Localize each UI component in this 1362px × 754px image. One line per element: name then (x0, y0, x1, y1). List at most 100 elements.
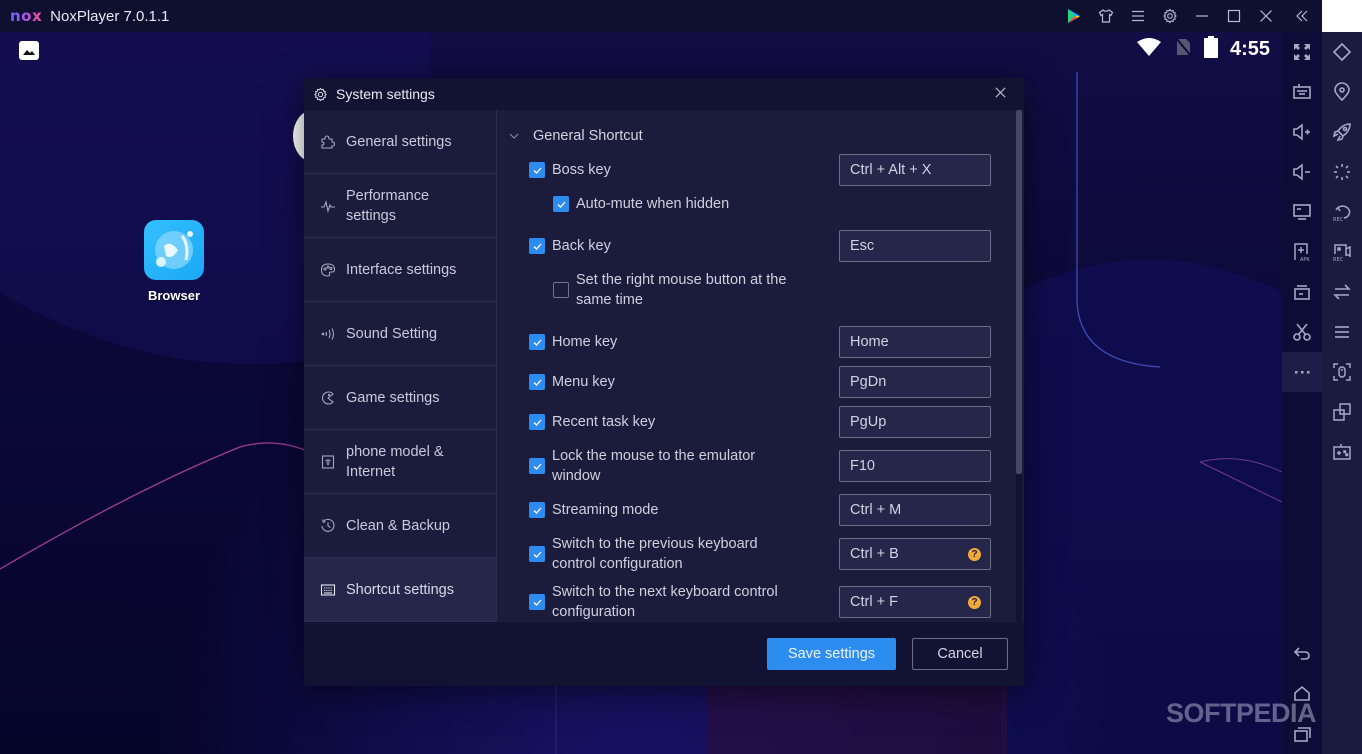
nav-item-sound[interactable]: Sound Setting (304, 302, 496, 366)
title-bar-controls (1058, 0, 1322, 32)
nav-item-clean-backup[interactable]: Clean & Backup (304, 494, 496, 558)
save-settings-button[interactable]: Save settings (767, 638, 896, 670)
right-mouse-checkbox[interactable] (553, 282, 569, 298)
status-clock: 4:55 (1229, 38, 1270, 60)
gamepad-icon[interactable] (1322, 432, 1362, 472)
chevron-down-icon (509, 133, 519, 139)
nav-item-interface[interactable]: Interface settings (304, 238, 496, 302)
svg-text:REC: REC (1333, 217, 1344, 222)
app-browser[interactable]: Browser (144, 220, 204, 303)
back-key-input[interactable]: Esc (839, 230, 991, 262)
theme-shirt-icon[interactable] (1090, 0, 1122, 32)
shortcut-row-back-key: Back key (529, 236, 611, 256)
auto-mute-checkbox[interactable] (553, 196, 569, 212)
next-keyboard-config-input[interactable]: Ctrl + F ? (839, 586, 991, 618)
keyboard-icon[interactable] (1282, 72, 1322, 112)
multi-instance-icon[interactable] (1322, 392, 1362, 432)
section-general-shortcut[interactable]: General Shortcut (509, 128, 643, 144)
play-store-icon[interactable] (1058, 0, 1090, 32)
shortcut-row-next-keyboard-config: Switch to the next keyboard control conf… (529, 582, 799, 622)
boss-key-checkbox[interactable] (529, 162, 545, 178)
next-keyboard-config-checkbox[interactable] (529, 594, 545, 610)
prev-keyboard-config-checkbox[interactable] (529, 546, 545, 562)
lock-mouse-input[interactable]: F10 (839, 450, 991, 482)
scrollbar-thumb[interactable] (1016, 110, 1022, 474)
softpedia-watermark: SOFTPEDIA (1166, 698, 1317, 728)
menu-key-checkbox[interactable] (529, 374, 545, 390)
nav-item-game[interactable]: Game settings (304, 366, 496, 430)
shortcut-row-home-key: Home key (529, 332, 617, 352)
home-key-input[interactable]: Home (839, 326, 991, 358)
lock-mouse-checkbox[interactable] (529, 458, 545, 474)
video-rec-icon[interactable]: REC (1322, 232, 1362, 272)
boss-key-input[interactable]: Ctrl + Alt + X (839, 154, 991, 186)
toolbox-icon[interactable] (1282, 272, 1322, 312)
help-icon[interactable]: ? (968, 596, 981, 609)
settings-gear-icon (314, 87, 327, 101)
more-icon[interactable] (1282, 352, 1322, 392)
game-icon (322, 390, 334, 405)
shortcut-row-auto-mute: Auto-mute when hidden (553, 194, 729, 214)
dialog-close-icon[interactable] (993, 85, 1008, 100)
shortcut-row-prev-keyboard-config: Switch to the previous keyboard control … (529, 534, 789, 574)
palette-icon (320, 262, 336, 277)
nav-item-performance[interactable]: Performance settings (304, 174, 496, 238)
volume-down-icon[interactable] (1282, 152, 1322, 192)
nav-item-shortcut[interactable]: Shortcut settings (304, 558, 496, 622)
shortcut-row-right-mouse: Set the right mouse button at the same t… (553, 270, 813, 310)
title-bar: nox NoxPlayer 7.0.1.1 (0, 0, 1322, 32)
nav-item-phone-internet[interactable]: phone model & Internet (304, 430, 496, 494)
settings-gear-icon[interactable] (1154, 0, 1186, 32)
browser-icon (144, 220, 204, 280)
collapse-sidebar-icon[interactable] (1282, 0, 1322, 32)
history-icon (321, 518, 335, 532)
list-icon[interactable] (1322, 312, 1362, 352)
nav-item-general[interactable]: General settings (304, 110, 496, 174)
recent-task-key-input[interactable]: PgUp (839, 406, 991, 438)
app-label: Browser (147, 288, 201, 303)
system-settings-dialog: System settings General settings Perform… (304, 78, 1024, 686)
settings-nav: General settings Performance settings In… (304, 110, 496, 622)
prev-keyboard-config-input[interactable]: Ctrl + B ? (839, 538, 991, 570)
back-key-checkbox[interactable] (529, 238, 545, 254)
spinner-icon[interactable] (1322, 152, 1362, 192)
minimize-icon[interactable] (1186, 0, 1218, 32)
shortcut-row-menu-key: Menu key (529, 372, 615, 392)
title-bar-corner (1322, 0, 1362, 32)
nox-logo: nox (10, 7, 43, 25)
dialog-footer: Save settings Cancel (304, 622, 1024, 686)
home-key-checkbox[interactable] (529, 334, 545, 350)
content-scrollbar[interactable] (1016, 110, 1022, 622)
streaming-mode-input[interactable]: Ctrl + M (839, 494, 991, 526)
scissors-icon[interactable] (1282, 312, 1322, 352)
close-icon[interactable] (1250, 0, 1282, 32)
shortcut-settings-panel: General Shortcut Boss key Ctrl + Alt + X… (496, 110, 1024, 622)
recent-task-key-checkbox[interactable] (529, 414, 545, 430)
rocket-icon[interactable] (1322, 112, 1362, 152)
menu-key-input[interactable]: PgDn (839, 366, 991, 398)
macro-rec-icon[interactable]: REC (1322, 192, 1362, 232)
fullscreen-icon[interactable] (1282, 32, 1322, 72)
keyboard-icon (320, 583, 336, 596)
cancel-button[interactable]: Cancel (912, 638, 1008, 670)
sync-arrows-icon[interactable] (1322, 272, 1362, 312)
apk-icon[interactable]: APK (1282, 232, 1322, 272)
mouse-lock-icon[interactable] (1322, 352, 1362, 392)
help-icon[interactable]: ? (968, 548, 981, 561)
svg-text:APK: APK (1300, 257, 1310, 262)
sound-icon (321, 327, 335, 340)
shortcut-row-streaming-mode: Streaming mode (529, 500, 658, 520)
location-icon[interactable] (1322, 72, 1362, 112)
menu-icon[interactable] (1122, 0, 1154, 32)
maximize-icon[interactable] (1218, 0, 1250, 32)
back-icon[interactable] (1282, 634, 1322, 674)
streaming-mode-checkbox[interactable] (529, 502, 545, 518)
volume-up-icon[interactable] (1282, 112, 1322, 152)
rotate-icon[interactable] (1322, 32, 1362, 72)
sidebar-left: APK (1282, 32, 1322, 754)
shortcut-row-boss-key: Boss key (529, 160, 611, 180)
puzzle-icon (321, 134, 336, 149)
sidebar-right: REC REC (1322, 32, 1362, 754)
display-icon[interactable] (1282, 192, 1322, 232)
battery-icon (1203, 36, 1218, 63)
